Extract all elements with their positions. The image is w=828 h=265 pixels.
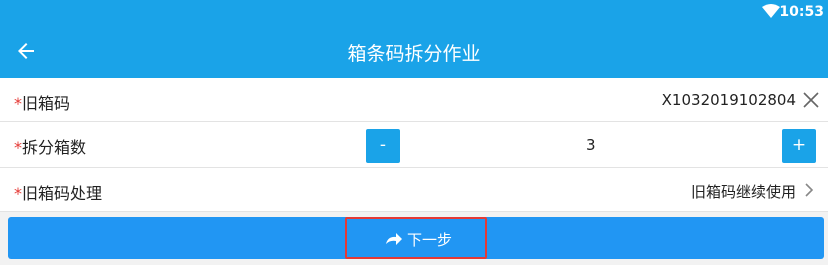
app-bar: 箱条码拆分作业 [0,24,828,78]
status-bar: 10:53 [0,0,828,24]
next-button-highlight: 下一步 [345,217,487,259]
wifi-icon [762,4,780,18]
old-box-handling-label-text: 旧箱码处理 [22,184,103,203]
required-mark: * [14,184,22,203]
old-box-code-label-text: 旧箱码 [22,94,71,113]
old-box-code-label: *旧箱码 [14,90,70,114]
clear-icon[interactable] [802,91,820,109]
page-title: 箱条码拆分作业 [347,43,481,65]
split-count-label: *拆分箱数 [14,134,86,158]
old-box-handling-label: *旧箱码处理 [14,180,102,204]
next-button[interactable]: 下一步 [8,217,824,259]
required-mark: * [14,94,22,113]
old-box-handling-row[interactable]: *旧箱码处理 旧箱码继续使用 [0,168,828,212]
increment-button[interactable]: + [782,129,816,163]
split-count-row: *拆分箱数 - 3 + [0,122,828,168]
redo-arrow-icon [386,233,402,245]
required-mark: * [14,138,22,157]
split-count-value[interactable]: 3 [586,136,596,154]
next-button-label: 下一步 [407,231,453,249]
footer: 下一步 [0,212,828,265]
status-time: 10:53 [779,4,824,20]
chevron-right-icon[interactable] [804,183,814,197]
decrement-button[interactable]: - [366,129,400,163]
old-box-code-value[interactable]: X1032019102804 [662,91,796,109]
split-count-label-text: 拆分箱数 [22,138,87,157]
old-box-code-row: *旧箱码 X1032019102804 [0,78,828,122]
old-box-handling-value[interactable]: 旧箱码继续使用 [691,181,796,202]
